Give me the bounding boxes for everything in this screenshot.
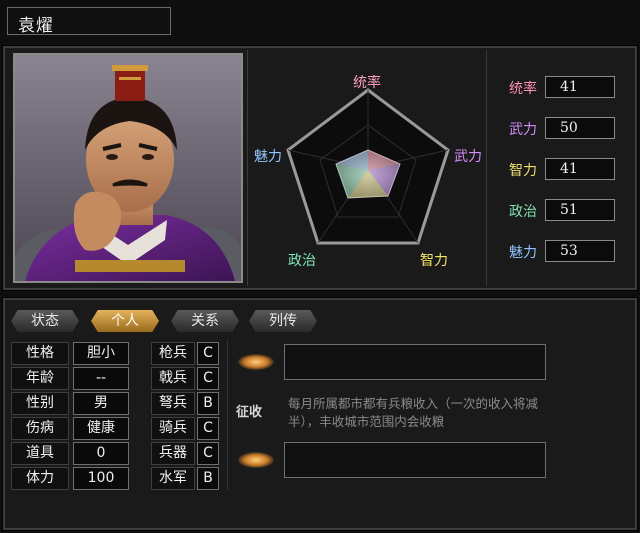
skill-description: 每月所属都市都有兵粮收入（一次的收入将减半），丰收城市范围内会收粮 [288,396,539,429]
skill-slot-3[interactable] [284,442,546,478]
stat-row-leadership: 统率 41 [509,76,633,98]
aptitude-label: 戟兵 [151,367,195,390]
personal-label: 道具 [11,442,69,465]
personal-value: 100 [73,467,129,490]
aptitude-label: 枪兵 [151,342,195,365]
stat-label: 政治 [509,204,537,220]
personal-label: 性别 [11,392,69,415]
skill-slot-1[interactable] [284,344,546,380]
aptitude-label: 水军 [151,467,195,490]
stat-row-intelligence: 智力 41 [509,158,633,180]
stat-label: 智力 [509,163,537,179]
personal-label: 体力 [11,467,69,490]
personal-label: 伤病 [11,417,69,440]
radar-label-intelligence: 智力 [420,253,448,269]
stat-value: 50 [545,117,615,139]
stat-label: 统率 [509,81,537,97]
personal-label: 性格 [11,342,69,365]
character-overview-panel: 统率 武力 智力 政治 魅力 统率 41 武力 50 智力 41 政治 51 魅… [3,46,637,290]
radar-label-charisma: 魅力 [254,149,282,165]
personal-value: 胆小 [73,342,129,365]
aptitude-grade: B [197,467,219,490]
aptitude-label: 兵器 [151,442,195,465]
stats-list: 统率 41 武力 50 智力 41 政治 51 魅力 53 [491,50,633,286]
skills-group: 征收 每月所属都市都有兵粮收入（一次的收入将减半），丰收城市范围内会收粮 [227,340,633,490]
aptitude-grade: C [197,342,219,365]
aptitude-label: 骑兵 [151,417,195,440]
stat-value: 41 [545,76,615,98]
stat-row-war: 武力 50 [509,117,633,139]
character-detail-panel: 状态 个人 关系 列传 性格 胆小 年龄 -- 性别 男 伤病 健康 道具 0 … [3,298,637,530]
tab-biography[interactable]: 列传 [249,310,317,332]
radar-label-war: 武力 [454,149,482,165]
radar-label-leadership: 统率 [353,75,381,91]
aptitude-grade: C [197,417,219,440]
tab-relations[interactable]: 关系 [171,310,239,332]
stat-row-charisma: 魅力 53 [509,240,633,262]
personal-value: -- [73,367,129,390]
character-name: 袁燿 [18,16,54,36]
personal-value: 0 [73,442,129,465]
tab-status[interactable]: 状态 [11,310,79,332]
stat-label: 武力 [509,122,537,138]
tab-personal[interactable]: 个人 [91,310,159,332]
ability-radar-chart: 统率 武力 智力 政治 魅力 [247,50,487,286]
aptitude-grade: B [197,392,219,415]
stat-value: 53 [545,240,615,262]
aptitude-grade: C [197,367,219,390]
character-name-box: 袁燿 [7,7,171,36]
personal-info-group: 性格 胆小 年龄 -- 性别 男 伤病 健康 道具 0 体力 100 [11,340,133,490]
stat-label: 魅力 [509,245,537,261]
skill-slot-icon[interactable] [238,452,274,468]
portrait-illustration [15,55,241,281]
stat-row-politics: 政治 51 [509,199,633,221]
troop-aptitude-group: 枪兵 C 戟兵 C 弩兵 B 骑兵 C 兵器 C 水军 B [151,340,225,490]
character-portrait [13,53,243,283]
aptitude-label: 弩兵 [151,392,195,415]
skill-slot-icon[interactable] [238,354,274,370]
personal-label: 年龄 [11,367,69,390]
stat-value: 51 [545,199,615,221]
personal-value: 男 [73,392,129,415]
personal-value: 健康 [73,417,129,440]
skill-name[interactable]: 征收 [236,401,262,420]
stat-value: 41 [545,158,615,180]
radar-label-politics: 政治 [288,253,316,269]
aptitude-grade: C [197,442,219,465]
